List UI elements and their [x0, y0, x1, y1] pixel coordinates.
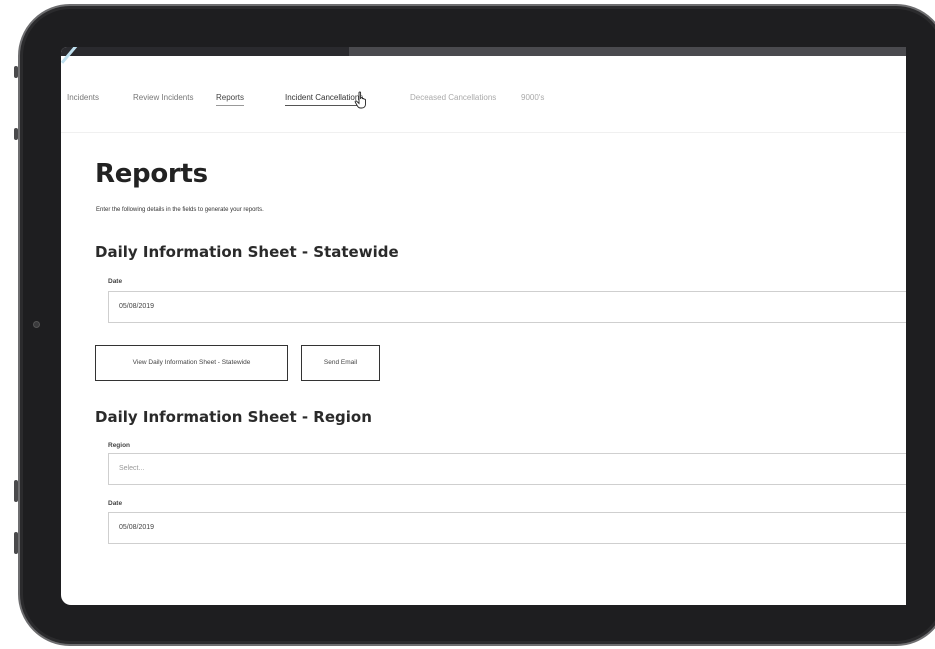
statewide-date-field[interactable]: 05/08/2019	[108, 291, 906, 323]
top-bar-segment	[349, 47, 906, 56]
tab-navigation: Incidents Review Incidents Reports Incid…	[61, 85, 906, 133]
tab-incident-cancellations[interactable]: Incident Cancellations	[285, 93, 364, 106]
screen: Incidents Review Incidents Reports Incid…	[61, 47, 906, 605]
hand-cursor-icon	[354, 91, 366, 109]
page-intro: Enter the following details in the field…	[96, 207, 264, 213]
tab-reports[interactable]: Reports	[216, 93, 245, 106]
statewide-date-label: Date	[108, 278, 123, 285]
region-section-title: Daily Information Sheet - Region	[95, 408, 372, 426]
region-date-field[interactable]: 05/08/2019	[108, 512, 906, 544]
side-button	[14, 480, 18, 502]
volume-button	[14, 128, 18, 140]
tab-review-incidents[interactable]: Review Incidents	[133, 93, 193, 105]
volume-button	[14, 66, 18, 78]
statewide-section-title: Daily Information Sheet - Statewide	[95, 243, 399, 261]
view-statewide-sheet-button[interactable]: View Daily Information Sheet - Statewide	[95, 345, 288, 381]
tab-9000s[interactable]: 9000's	[521, 93, 544, 105]
send-email-button[interactable]: Send Email	[301, 345, 380, 381]
region-label: Region	[108, 442, 131, 449]
side-button	[14, 532, 18, 554]
camera-icon	[33, 321, 40, 328]
tab-deceased-cancellations[interactable]: Deceased Cancellations	[410, 93, 496, 105]
tab-incidents[interactable]: Incidents	[67, 93, 99, 105]
region-select[interactable]: Select...	[108, 453, 906, 485]
page-title: Reports	[95, 159, 208, 189]
region-date-label: Date	[108, 500, 123, 507]
